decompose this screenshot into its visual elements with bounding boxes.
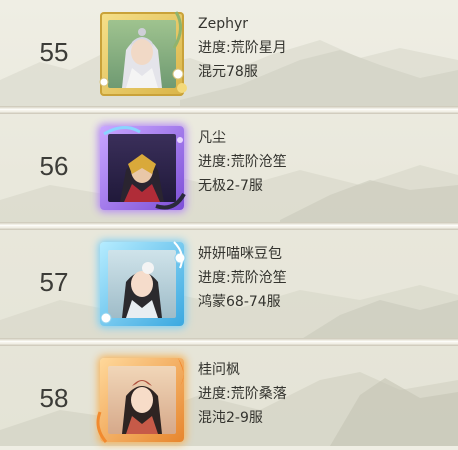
row-divider (0, 338, 458, 346)
rank-number: 58 (39, 382, 69, 413)
server-text: 混元78服 (198, 64, 258, 80)
flame-ornament-icon (96, 358, 184, 443)
flower-ornament-icon (99, 11, 187, 93)
progress-text: 进度:荒阶沧笙 (198, 154, 287, 170)
rank-number: 55 (39, 36, 69, 67)
progress-text: 进度:荒阶沧笙 (198, 270, 287, 286)
row-divider (0, 222, 458, 230)
player-name: 桂问枫 (198, 362, 240, 378)
ranking-row[interactable]: 55 Zephyr 进度:荒阶星月 混元78服 (0, 0, 458, 104)
progress-text: 进度:荒阶星月 (198, 40, 287, 56)
rank-number: 57 (39, 266, 69, 297)
rank-number: 56 (39, 150, 69, 181)
server-text: 鸿蒙68-74服 (198, 294, 281, 310)
ranking-row[interactable]: 56 凡尘 进度:荒阶沧笙 无极2-7服 (0, 114, 458, 218)
lotus-ornament-icon (100, 241, 186, 324)
server-text: 无极2-7服 (198, 178, 263, 194)
swirl-ornament-icon (103, 126, 186, 210)
server-text: 混沌2-9服 (198, 410, 263, 426)
player-info: 桂问枫 进度:荒阶桑落 混沌2-9服 (198, 358, 287, 430)
progress-text: 进度:荒阶桑落 (198, 386, 287, 402)
avatar-frame[interactable] (96, 358, 184, 443)
avatar-frame[interactable] (100, 126, 186, 210)
player-name: 凡尘 (198, 130, 226, 146)
ranking-row[interactable]: 57 妍妍喵咪豆包 进度:荒阶沧笙 鸿蒙68-74服 (0, 230, 458, 334)
avatar-frame[interactable] (99, 11, 187, 96)
player-info: 凡尘 进度:荒阶沧笙 无极2-7服 (198, 126, 287, 198)
row-divider (0, 106, 458, 114)
player-name: 妍妍喵咪豆包 (198, 246, 282, 262)
player-name: Zephyr (198, 16, 249, 32)
player-info: Zephyr 进度:荒阶星月 混元78服 (198, 12, 287, 84)
ranking-row[interactable]: 58 桂问枫 进度:荒阶桑落 混沌2-9服 (0, 346, 458, 450)
player-info: 妍妍喵咪豆包 进度:荒阶沧笙 鸿蒙68-74服 (198, 242, 287, 314)
avatar-frame[interactable] (100, 241, 186, 326)
